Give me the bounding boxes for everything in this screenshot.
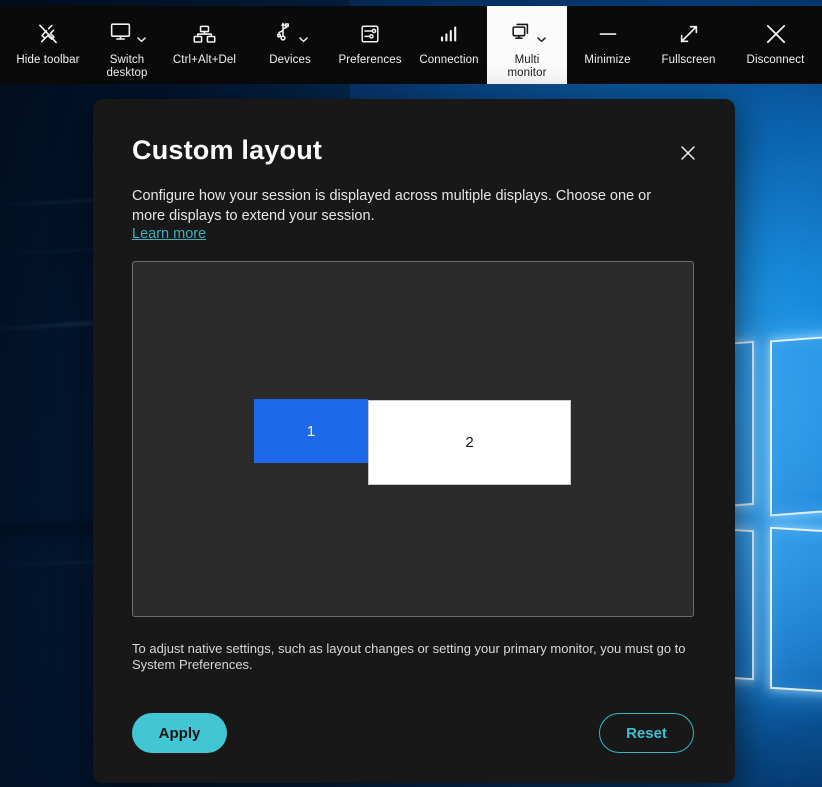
chevron-down-icon: [536, 32, 547, 43]
toolbar-label: Connection: [419, 54, 478, 67]
toolbar-label: Multi monitor: [507, 54, 546, 80]
monitor-number-label: 1: [307, 423, 315, 440]
dialog-description: Configure how your session is displayed …: [132, 187, 680, 226]
keyboard-keys-icon: [192, 18, 217, 50]
toolbar-label: Switch desktop: [107, 54, 148, 80]
dialog-note: To adjust native settings, such as layou…: [132, 641, 692, 673]
monitor-tile-1[interactable]: 1: [254, 399, 368, 463]
toolbar-button-devices[interactable]: Devices: [251, 6, 329, 84]
toolbar-button-hide-toolbar[interactable]: Hide toolbar: [0, 6, 96, 84]
dialog-title: Custom layout: [132, 135, 322, 166]
close-x-icon: [762, 18, 790, 50]
toolbar-label: Fullscreen: [661, 54, 715, 67]
reset-button[interactable]: Reset: [599, 713, 694, 753]
dialog-actions: Apply Reset: [132, 713, 694, 753]
toolbar-button-minimize[interactable]: Minimize: [567, 6, 648, 84]
toolbar-button-fullscreen[interactable]: Fullscreen: [648, 6, 729, 84]
monitor-number-label: 2: [465, 434, 473, 451]
usb-icon: [271, 20, 295, 49]
toolbar-button-switch-desktop[interactable]: Switch desktop: [96, 6, 158, 84]
toolbar-label: Hide toolbar: [16, 54, 79, 67]
toolbar-label: Preferences: [338, 54, 401, 67]
pin-slash-icon: [35, 18, 61, 50]
toolbar-button-ctrl-alt-del[interactable]: Ctrl+Alt+Del: [158, 6, 251, 84]
toolbar-label: Devices: [269, 54, 311, 67]
dialog-close-button[interactable]: [674, 141, 702, 169]
close-icon: [677, 142, 699, 169]
signal-bars-icon: [437, 18, 461, 50]
custom-layout-dialog: Custom layout Configure how your session…: [93, 99, 735, 783]
monitor-icon: [108, 19, 133, 49]
toolbar-button-connection[interactable]: Connection: [411, 6, 487, 84]
toolbar-label: Ctrl+Alt+Del: [173, 54, 236, 67]
learn-more-link[interactable]: Learn more: [132, 226, 206, 242]
toolbar-button-multi-monitor[interactable]: Multi monitor: [487, 6, 567, 84]
minimize-dash-icon: [595, 18, 621, 50]
toolbar-button-preferences[interactable]: Preferences: [329, 6, 411, 84]
session-toolbar: Hide toolbar Switch desktop: [0, 6, 822, 84]
toolbar-label: Disconnect: [747, 54, 805, 67]
apply-button[interactable]: Apply: [132, 713, 227, 753]
monitor-layout-canvas[interactable]: 1 2: [132, 261, 694, 617]
remote-session-screen: Hide toolbar Switch desktop: [0, 0, 822, 787]
chevron-down-icon: [298, 32, 309, 43]
sliders-icon: [358, 18, 382, 50]
toolbar-label: Minimize: [584, 54, 630, 67]
chevron-down-icon: [136, 32, 147, 43]
multi-monitor-icon: [508, 19, 533, 49]
toolbar-button-disconnect[interactable]: Disconnect: [729, 6, 822, 84]
monitor-tile-2[interactable]: 2: [368, 400, 571, 485]
expand-arrows-icon: [676, 18, 702, 50]
